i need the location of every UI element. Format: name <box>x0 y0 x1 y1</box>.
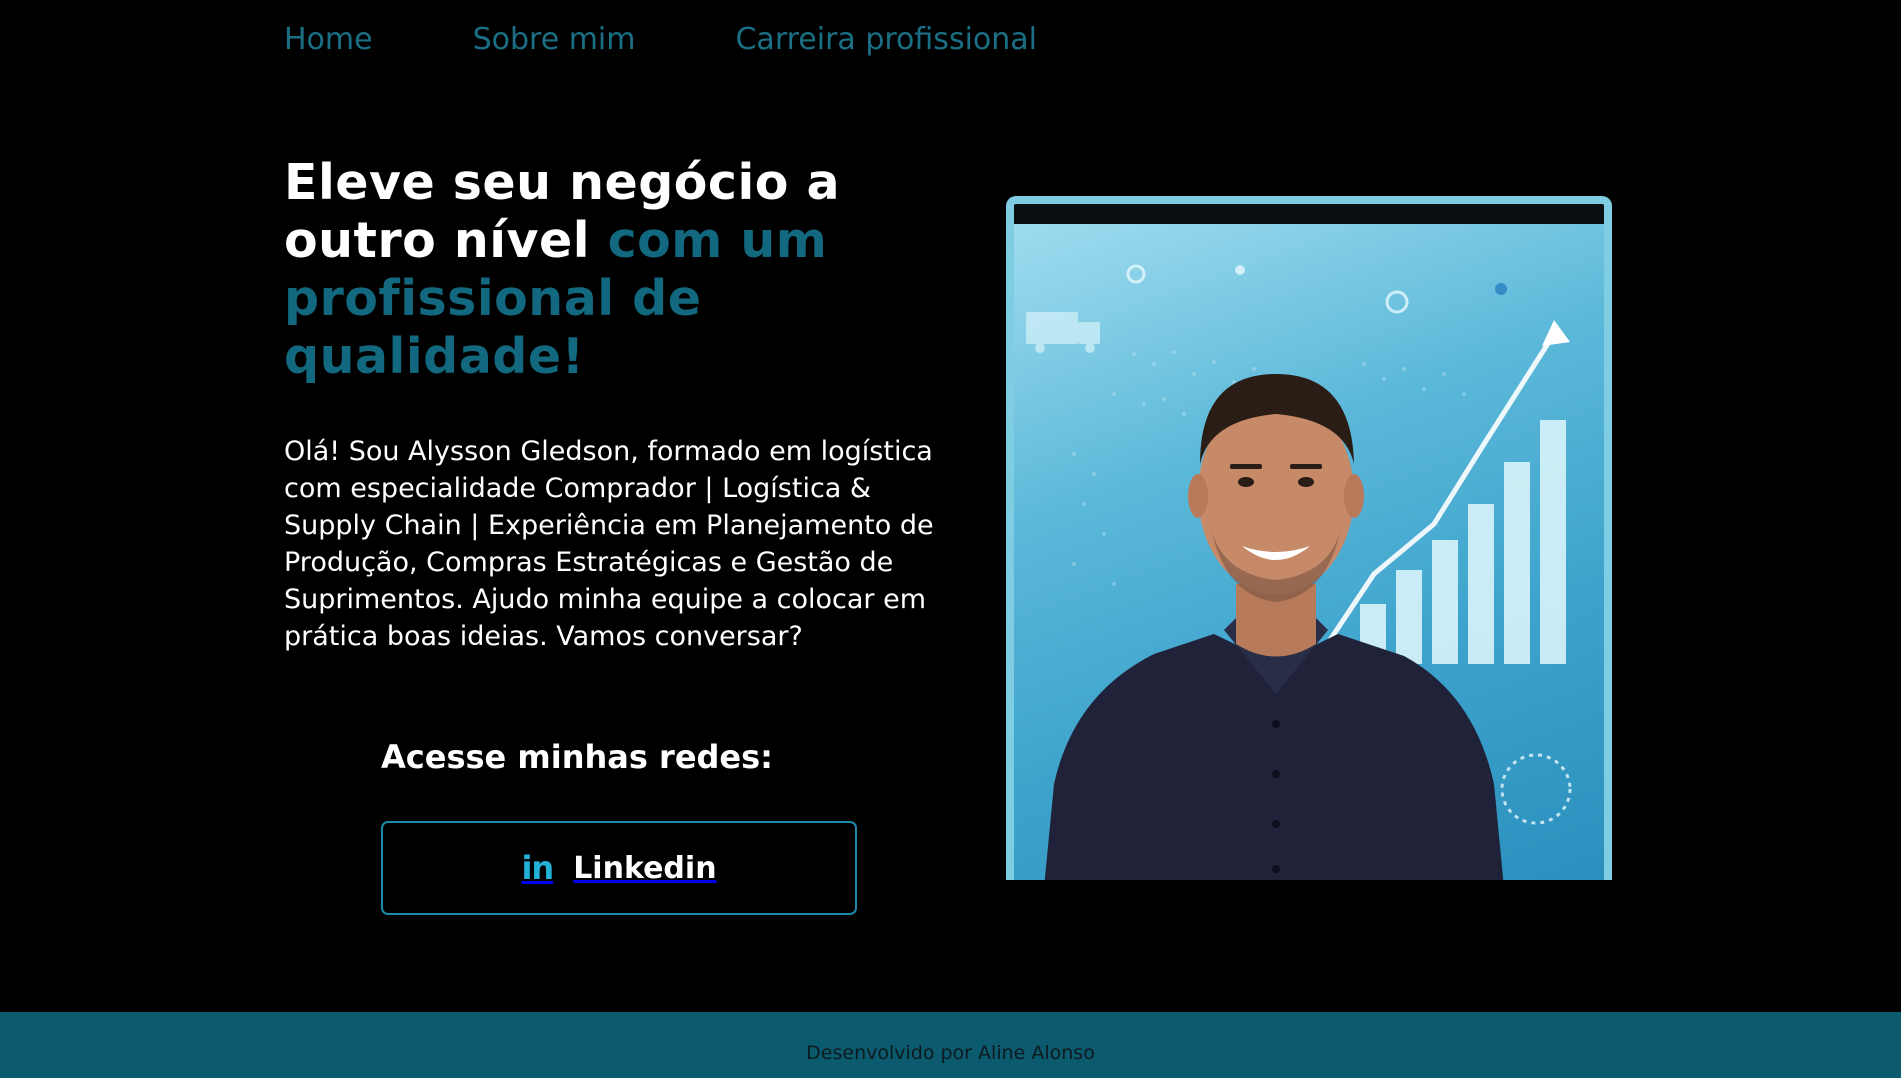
top-nav: Home Sobre mim Carreira profissional <box>284 22 1137 57</box>
nav-carreira-profissional[interactable]: Carreira profissional <box>735 22 1037 57</box>
hero-bio: Olá! Sou Alysson Gledson, formado em log… <box>284 436 934 652</box>
social-heading: Acesse minhas redes: <box>381 738 773 776</box>
profile-photo-illustration <box>1026 264 1572 880</box>
profile-photo-frame <box>1006 196 1612 880</box>
linkedin-icon: in <box>521 849 554 887</box>
footer: Desenvolvido por Aline Alonso <box>0 1012 1901 1078</box>
footer-credit: Desenvolvido por Aline Alonso <box>806 1042 1095 1064</box>
nav-sobre-mim[interactable]: Sobre mim <box>473 22 636 57</box>
nav-home[interactable]: Home <box>284 22 373 57</box>
hero-headline: Eleve seu negócio a outro nível com um p… <box>284 154 944 386</box>
linkedin-label: Linkedin <box>573 850 717 886</box>
profile-photo <box>1014 224 1604 880</box>
page: Home Sobre mim Carreira profissional Ele… <box>0 0 1901 1078</box>
linkedin-button[interactable]: in Linkedin <box>381 821 857 915</box>
